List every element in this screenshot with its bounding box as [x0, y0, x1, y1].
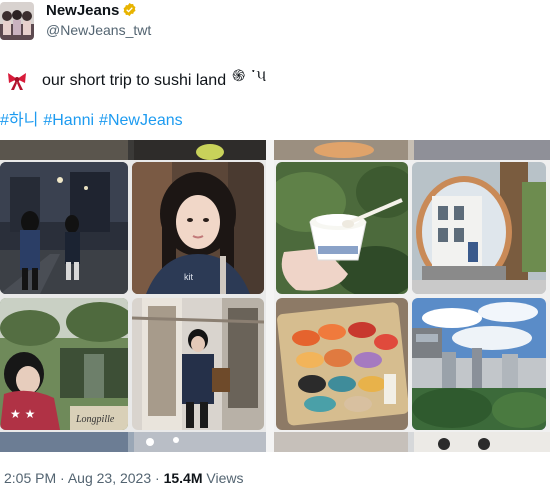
tweet-date[interactable]: Aug 23, 2023 — [68, 470, 151, 486]
hashtag-hanni-korean[interactable]: #하니 — [0, 112, 38, 129]
meta-separator: · — [60, 470, 65, 486]
park-portrait-photo[interactable]: ★ ★ Longpille — [0, 298, 128, 430]
tweet-header: NewJeans @NewJeans_twt — [0, 0, 550, 46]
tweet-emoji-suffix: ֍ ་૫ — [232, 68, 268, 85]
tweet-meta: 2:05 PM · Aug 23, 2023 · 15.4M Views — [4, 470, 243, 486]
hashtag-newjeans[interactable]: #NewJeans — [99, 112, 183, 129]
svg-text:★ ★: ★ ★ — [10, 407, 35, 421]
account-name[interactable]: NewJeans — [46, 2, 137, 19]
tweet-text: our short trip to sushi land ֍ ་૫ — [6, 58, 267, 103]
sushi-platter-photo[interactable] — [276, 298, 408, 430]
night-street-photo[interactable] — [0, 162, 128, 294]
hashtag-hanni[interactable]: #Hanni — [43, 112, 94, 129]
sushi-rice-cup-photo[interactable] — [276, 162, 408, 294]
hashtag-list: #하니 #Hanni #NewJeans — [0, 106, 188, 130]
account-name-text[interactable]: NewJeans — [46, 2, 119, 19]
collage-top-strip-right — [274, 140, 550, 160]
collage-bottom-strip — [0, 432, 266, 452]
train-door-photo[interactable] — [132, 298, 264, 430]
sign-text: Longpille — [75, 414, 115, 425]
selfie-photo[interactable]: kit — [132, 162, 264, 294]
avatar[interactable] — [0, 2, 34, 40]
account-handle[interactable]: @NewJeans_twt — [46, 22, 151, 38]
tweet-time[interactable]: 2:05 PM — [4, 470, 56, 486]
views-count[interactable]: 15.4M — [164, 470, 203, 486]
verified-badge-icon — [123, 2, 136, 17]
city-skyline-photo[interactable] — [412, 298, 546, 430]
media-grid[interactable]: kit ★ ★ Longpille — [0, 140, 550, 452]
collage-top-strip — [0, 140, 266, 160]
meta-separator: · — [155, 470, 160, 486]
svg-text:kit: kit — [184, 272, 193, 282]
views-label: Views — [206, 470, 244, 486]
bow-emoji-icon — [8, 72, 26, 90]
photo-collage-left[interactable]: kit ★ ★ Longpille — [0, 140, 266, 452]
mirror-building-photo[interactable] — [412, 162, 546, 294]
tweet-body: our short trip to sushi land — [42, 71, 227, 89]
photo-collage-right[interactable] — [274, 140, 550, 452]
collage-bottom-strip-right — [274, 432, 550, 452]
